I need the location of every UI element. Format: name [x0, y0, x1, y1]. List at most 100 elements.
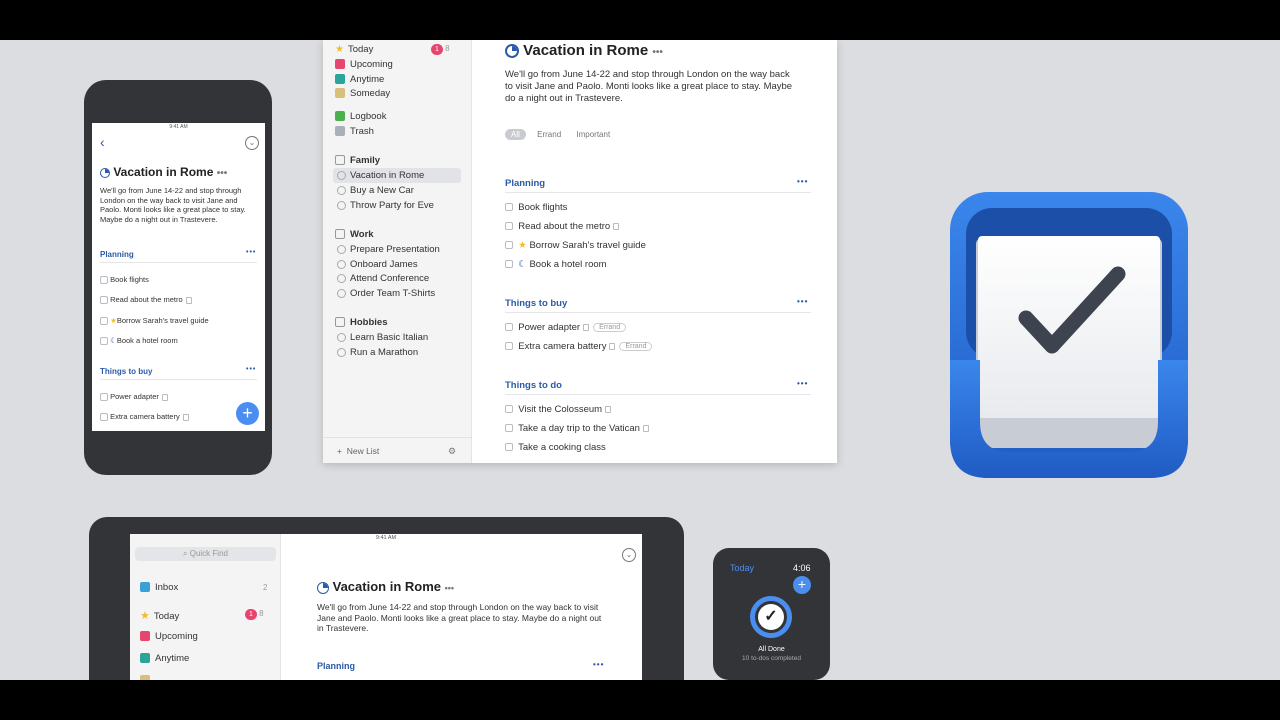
calendar-icon: [140, 631, 150, 642]
back-icon[interactable]: ‹: [100, 134, 105, 150]
todo-item[interactable]: Power adapter: [100, 392, 168, 402]
todo-label: Book flights: [518, 202, 568, 213]
project-item[interactable]: Throw Party for Eve: [337, 200, 434, 211]
chevron-down-icon[interactable]: ⌄: [622, 548, 636, 562]
todo-item[interactable]: Extra camera battery Errand: [505, 341, 653, 352]
iphone-screen: 9:41 AM ‹ ⌄ Vacation in Rome ••• We'll g…: [92, 123, 265, 431]
project-label: Run a Marathon: [350, 347, 419, 358]
checkbox[interactable]: [505, 424, 513, 433]
more-icon[interactable]: •••: [246, 366, 256, 373]
todo-item[interactable]: ★ Borrow Sarah's travel guide: [505, 240, 646, 251]
chevron-down-icon[interactable]: ⌄: [245, 136, 259, 150]
checkbox[interactable]: [505, 405, 513, 414]
project-item[interactable]: Prepare Presentation: [337, 244, 440, 255]
todo-item[interactable]: Read about the metro: [505, 221, 620, 232]
checkbox[interactable]: [100, 393, 108, 402]
project-label: Onboard James: [350, 259, 418, 270]
checkbox[interactable]: [505, 222, 513, 231]
project-notes[interactable]: We'll go from June 14-22 and stop throug…: [505, 69, 792, 105]
sidebar-item-logbook[interactable]: Logbook: [335, 111, 386, 122]
trash-icon: [335, 126, 345, 137]
section-heading[interactable]: Things to do: [505, 380, 562, 391]
more-icon[interactable]: •••: [797, 297, 808, 306]
todo-item[interactable]: Take a day trip to the Vatican: [505, 423, 649, 434]
new-list-button[interactable]: + New List: [337, 446, 379, 456]
checkbox[interactable]: [100, 413, 108, 422]
todo-item[interactable]: Extra camera battery: [100, 412, 189, 422]
settings-sliders-icon[interactable]: ⚙: [448, 446, 456, 457]
calendar-icon: [335, 59, 345, 70]
checkbox[interactable]: [505, 260, 513, 269]
sidebar-item-label: Inbox: [155, 582, 179, 593]
todo-item[interactable]: Visit the Colosseum: [505, 404, 612, 415]
section-heading[interactable]: Planning: [505, 178, 545, 189]
project-item[interactable]: Onboard James: [337, 259, 418, 270]
area-work[interactable]: Work: [335, 229, 374, 240]
notes-icon: [161, 393, 168, 401]
area-family[interactable]: Family: [335, 155, 380, 166]
sidebar-item-label: Someday: [350, 88, 391, 99]
add-todo-button[interactable]: +: [793, 576, 811, 594]
checkbox[interactable]: [505, 203, 513, 212]
more-icon[interactable]: •••: [652, 47, 663, 58]
more-icon[interactable]: •••: [445, 583, 454, 593]
filter-all[interactable]: All: [505, 129, 526, 140]
more-icon[interactable]: •••: [593, 660, 604, 669]
checkbox[interactable]: [100, 276, 108, 285]
star-icon: ★: [335, 44, 344, 55]
sidebar-item-trash[interactable]: Trash: [335, 126, 374, 137]
project-notes[interactable]: We'll go from June 14-22 and stop throug…: [317, 602, 601, 634]
add-todo-button[interactable]: +: [236, 402, 259, 425]
checkbox[interactable]: [505, 323, 513, 332]
project-title: Vacation in Rome •••: [505, 42, 663, 59]
project-item[interactable]: Run a Marathon: [337, 347, 418, 358]
filter-errand[interactable]: Errand: [537, 130, 561, 139]
filter-important[interactable]: Important: [576, 130, 610, 139]
search-input[interactable]: ⌕ Quick Find: [135, 547, 276, 561]
project-item[interactable]: Order Team T-Shirts: [337, 288, 435, 299]
project-item[interactable]: Buy a New Car: [337, 185, 414, 196]
todo-item[interactable]: Book flights: [100, 275, 149, 285]
section-heading[interactable]: Planning: [100, 250, 134, 259]
todo-item[interactable]: Read about the metro: [100, 295, 192, 305]
area-box-icon: [335, 229, 345, 240]
more-icon[interactable]: •••: [217, 168, 228, 179]
sidebar-item-anytime[interactable]: Anytime: [335, 74, 384, 85]
more-icon[interactable]: •••: [797, 379, 808, 388]
area-hobbies[interactable]: Hobbies: [335, 317, 387, 328]
sidebar-item-someday[interactable]: Someday: [335, 88, 390, 99]
checkbox[interactable]: [505, 342, 513, 351]
checkbox[interactable]: [505, 241, 513, 250]
sidebar-item-label: Upcoming: [350, 59, 393, 70]
sidebar-item-upcoming[interactable]: Upcoming: [140, 631, 198, 642]
archive-box-icon: [140, 675, 150, 680]
todo-item[interactable]: ★Borrow Sarah's travel guide: [100, 316, 209, 326]
checkbox[interactable]: [100, 337, 108, 346]
section-heading[interactable]: Things to buy: [505, 298, 567, 309]
project-vacation-in-rome[interactable]: Vacation in Rome: [337, 170, 424, 181]
section-heading[interactable]: Planning: [317, 661, 355, 671]
project-label: Vacation in Rome: [350, 170, 425, 181]
todo-item[interactable]: Power adapter Errand: [505, 322, 627, 333]
todo-item[interactable]: ☾ Book a hotel room: [505, 259, 607, 270]
todo-item[interactable]: Book flights: [505, 202, 567, 213]
sidebar-item-today[interactable]: ★ Today: [335, 44, 373, 55]
more-icon[interactable]: •••: [797, 177, 808, 186]
notes-icon: [613, 222, 620, 230]
project-item[interactable]: Learn Basic Italian: [337, 332, 428, 343]
checkbox[interactable]: [100, 317, 108, 326]
section-heading[interactable]: Things to buy: [100, 367, 152, 376]
project-item[interactable]: Attend Conference: [337, 273, 429, 284]
sidebar-item-upcoming[interactable]: Upcoming: [335, 59, 393, 70]
layers-icon: [140, 653, 150, 664]
todo-item[interactable]: Take a cooking class: [505, 442, 606, 453]
todo-item[interactable]: ☾Book a hotel room: [100, 336, 178, 346]
backdrop: 9:41 AM ‹ ⌄ Vacation in Rome ••• We'll g…: [0, 40, 1280, 680]
sidebar-item-anytime[interactable]: Anytime: [140, 653, 189, 664]
sidebar-item-today[interactable]: ★ Today: [140, 609, 179, 622]
checkbox[interactable]: [505, 443, 513, 452]
checkbox[interactable]: [100, 296, 108, 305]
more-icon[interactable]: •••: [246, 249, 256, 256]
sidebar-item-inbox[interactable]: Inbox: [140, 582, 178, 593]
checkmark-icon: ✓: [758, 604, 784, 630]
